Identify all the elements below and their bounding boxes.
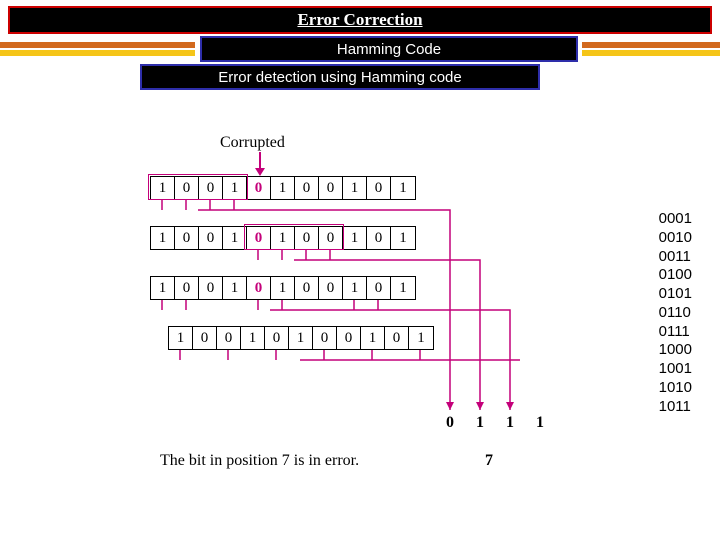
bit-cell: 0 — [265, 327, 289, 349]
stripe-yellow-right — [582, 50, 720, 56]
error-caption: The bit in position 7 is in error. — [160, 452, 359, 470]
bin-item: 0111 — [659, 323, 692, 342]
bin-item: 1000 — [659, 341, 692, 360]
syndrome-value: 7 — [485, 452, 493, 470]
subtitle-bar-2: Error detection using Hamming code — [140, 64, 540, 90]
stripe-orange-left — [0, 42, 195, 48]
corrupted-label: Corrupted — [220, 134, 285, 152]
page-title: Error Correction — [297, 10, 422, 30]
bit-cell: 0 — [199, 227, 223, 249]
bit-cell: 0 — [295, 177, 319, 199]
bit-cell: 0 — [367, 227, 391, 249]
bit-row-4: 1 0 0 1 0 1 0 0 1 0 1 — [168, 326, 434, 350]
bit-cell-corrupted: 0 — [247, 177, 271, 199]
syndrome-bit: 1 — [525, 412, 555, 434]
bin-item: 1001 — [659, 360, 692, 379]
bin-item: 0101 — [659, 285, 692, 304]
bit-row-3: 1 0 0 1 0 1 0 0 1 0 1 — [150, 276, 416, 300]
bin-item: 1011 — [659, 398, 692, 417]
bin-item: 1010 — [659, 379, 692, 398]
bin-item: 0010 — [659, 229, 692, 248]
bit-cell: 1 — [151, 227, 175, 249]
stripe-orange-right — [582, 42, 720, 48]
bit-cell: 1 — [343, 277, 367, 299]
arrow-down-icon — [252, 152, 268, 176]
bit-cell: 1 — [391, 177, 415, 199]
bit-cell: 1 — [289, 327, 313, 349]
binary-position-list: 0001 0010 0011 0100 0101 0110 0111 1000 … — [659, 210, 692, 416]
subtitle-2: Error detection using Hamming code — [218, 69, 461, 86]
bit-cell: 0 — [319, 177, 343, 199]
syndrome-row: 0 1 1 1 — [435, 412, 555, 434]
syndrome-bit: 0 — [435, 412, 465, 434]
hamming-diagram: Corrupted 1 0 0 1 0 1 0 0 1 0 1 1 0 0 1 … — [90, 134, 520, 504]
bit-cell: 1 — [409, 327, 433, 349]
bit-cell: 1 — [343, 227, 367, 249]
bit-cell: 1 — [169, 327, 193, 349]
subtitle-1: Hamming Code — [337, 41, 441, 58]
bit-cell: 0 — [199, 277, 223, 299]
stripe-yellow-left — [0, 50, 195, 56]
bit-cell-corrupted: 0 — [247, 277, 271, 299]
bit-cell: 1 — [271, 277, 295, 299]
bit-cell: 1 — [343, 177, 367, 199]
bit-cell: 1 — [151, 277, 175, 299]
bit-cell: 1 — [391, 227, 415, 249]
bin-item: 0011 — [659, 248, 692, 267]
bit-cell: 1 — [271, 177, 295, 199]
stripe-row-1: Hamming Code — [0, 36, 720, 64]
highlight-r1 — [148, 174, 248, 200]
bit-cell: 0 — [175, 227, 199, 249]
bin-item: 0100 — [659, 266, 692, 285]
bit-cell: 1 — [361, 327, 385, 349]
syndrome-bit: 1 — [495, 412, 525, 434]
bin-item: 0110 — [659, 304, 692, 323]
bit-cell: 0 — [313, 327, 337, 349]
bit-cell: 0 — [217, 327, 241, 349]
bit-cell: 0 — [175, 277, 199, 299]
bit-cell: 1 — [223, 277, 247, 299]
syndrome-bit: 1 — [465, 412, 495, 434]
highlight-r2 — [244, 224, 344, 250]
bit-cell: 0 — [295, 277, 319, 299]
bit-cell: 0 — [385, 327, 409, 349]
bit-cell: 1 — [391, 277, 415, 299]
bit-cell: 1 — [241, 327, 265, 349]
subtitle-bar-1: Hamming Code — [200, 36, 578, 62]
bit-cell: 0 — [337, 327, 361, 349]
bit-cell: 0 — [367, 277, 391, 299]
title-bar: Error Correction — [8, 6, 712, 34]
bin-item: 0001 — [659, 210, 692, 229]
subtitle-row-2: Error detection using Hamming code — [0, 64, 720, 94]
bit-cell: 0 — [193, 327, 217, 349]
bit-cell: 0 — [367, 177, 391, 199]
bit-cell: 0 — [319, 277, 343, 299]
